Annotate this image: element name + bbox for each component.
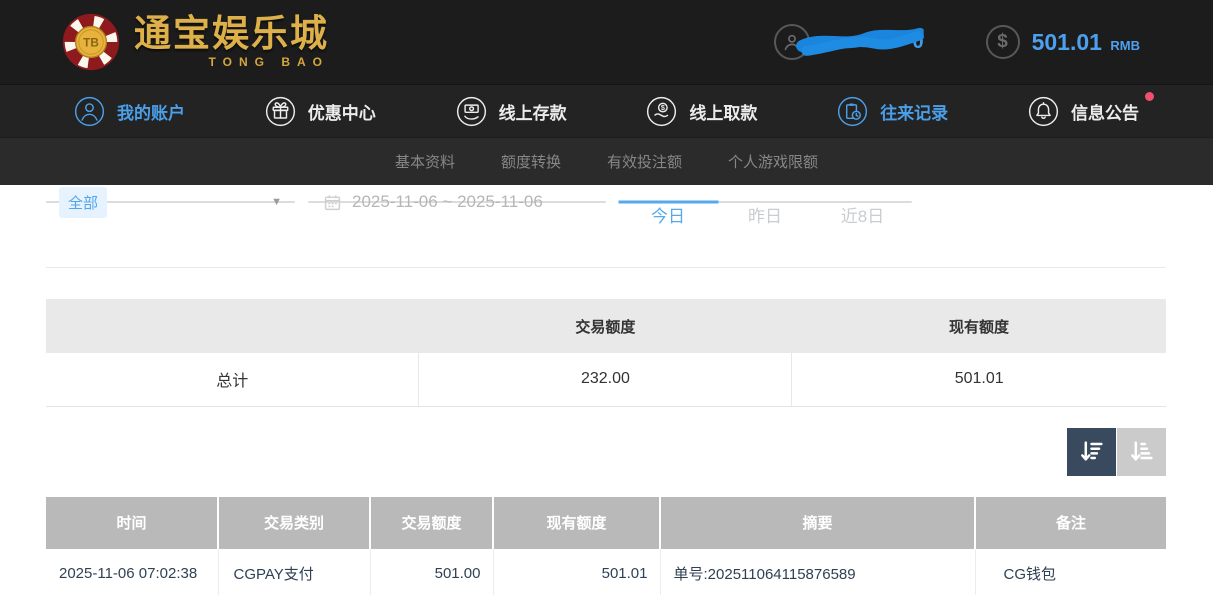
redacted-username-scribble: 0	[794, 25, 923, 59]
date-range-value: 2025-11-06 ~ 2025-11-06	[352, 192, 543, 212]
account-subnav: 基本资料 额度转换 有效投注额 个人游戏限额	[0, 137, 1213, 185]
records-table: 时间 交易类别 交易额度 现有额度 摘要 备注 2025-11-06 07:02…	[46, 497, 1166, 595]
balance-currency: RMB	[1110, 38, 1140, 53]
transaction-type-select[interactable]: 全部 ▼	[46, 201, 295, 203]
notification-dot	[1145, 92, 1154, 101]
record-time: 2025-11-06 07:02:38	[46, 549, 218, 595]
nav-transaction-records[interactable]: 往来记录	[837, 96, 948, 127]
records-col-summary: 摘要	[660, 497, 975, 549]
balance-amount: 501.01	[1032, 29, 1102, 55]
sort-controls	[46, 428, 1166, 476]
records-col-time: 时间	[46, 497, 218, 549]
subnav-basic-info[interactable]: 基本资料	[395, 151, 455, 172]
casino-chip-icon: TB	[62, 13, 120, 71]
table-row: 2025-11-06 07:02:38 CGPAY支付 501.00 501.0…	[46, 549, 1166, 595]
filter-toolbar: 全部 ▼ 2025-11-06 ~ 2025-11-06 今日 昨日 近8日 查…	[46, 201, 1166, 267]
withdraw-icon: $	[646, 96, 677, 127]
sort-descending-icon	[1078, 438, 1105, 465]
record-current-amount: 501.01	[493, 549, 660, 595]
main-navigation: 我的账户 优惠中心 线上存款 $ 线上取款	[0, 84, 1213, 137]
account-balance[interactable]: $ 501.01 RMB	[986, 25, 1140, 59]
records-col-transaction-amount: 交易额度	[370, 497, 493, 549]
quick-range-group: 今日 昨日 近8日	[619, 201, 912, 203]
bell-icon	[1028, 96, 1059, 127]
record-type: CGPAY支付	[218, 549, 370, 595]
subnav-game-limits[interactable]: 个人游戏限额	[728, 151, 818, 172]
subnav-valid-bets[interactable]: 有效投注额	[607, 151, 682, 172]
sort-ascending-button[interactable]	[1117, 428, 1166, 476]
record-transaction-amount: 501.00	[370, 549, 493, 595]
summary-col-empty	[46, 299, 419, 353]
deposit-icon	[456, 96, 487, 127]
user-icon	[74, 96, 105, 127]
records-col-current-amount: 现有额度	[493, 497, 660, 549]
calendar-icon	[324, 194, 341, 211]
summary-total-label: 总计	[46, 353, 419, 406]
sort-ascending-icon	[1128, 438, 1155, 465]
site-title-latin: TONG BAO	[134, 56, 329, 68]
summary-col-current-amount: 现有额度	[792, 299, 1166, 353]
site-title: 通宝娱乐城	[134, 16, 329, 53]
subnav-credit-transfer[interactable]: 额度转换	[501, 151, 561, 172]
summary-current-amount: 501.01	[792, 353, 1166, 406]
records-header-row: 时间 交易类别 交易额度 现有额度 摘要 备注	[46, 497, 1166, 549]
gift-icon	[265, 96, 296, 127]
main-content: 全部 ▼ 2025-11-06 ~ 2025-11-06 今日 昨日 近8日 查…	[0, 185, 1213, 595]
record-remark: CG钱包	[975, 549, 1166, 595]
summary-total-row: 总计 232.00 501.01	[46, 353, 1166, 406]
dollar-icon: $	[986, 25, 1020, 59]
chevron-down-icon: ▼	[271, 196, 282, 208]
account-username[interactable]: 0	[774, 24, 923, 60]
summary-table: 交易额度 现有额度 总计 232.00 501.01	[46, 299, 1166, 407]
nav-online-withdrawal[interactable]: $ 线上取款	[646, 96, 757, 127]
nav-announcements[interactable]: 信息公告	[1028, 96, 1139, 127]
nav-promotions[interactable]: 优惠中心	[265, 96, 376, 127]
records-icon	[837, 96, 868, 127]
site-logo[interactable]: TB 通宝娱乐城 TONG BAO	[62, 13, 329, 71]
date-range-input[interactable]: 2025-11-06 ~ 2025-11-06	[308, 201, 606, 203]
summary-col-transaction-amount: 交易额度	[419, 299, 792, 353]
records-col-remark: 备注	[975, 497, 1166, 549]
record-summary: 单号:202511064115876589	[660, 549, 975, 595]
summary-transaction-amount: 232.00	[419, 353, 792, 406]
nav-online-deposit[interactable]: 线上存款	[456, 96, 567, 127]
selected-type-tag: 全部	[59, 187, 107, 218]
svg-text:$: $	[661, 103, 665, 112]
svg-text:TB: TB	[83, 37, 99, 50]
summary-header-row: 交易额度 现有额度	[46, 299, 1166, 353]
records-col-type: 交易类别	[218, 497, 370, 549]
sort-descending-button[interactable]	[1067, 428, 1116, 476]
nav-my-account[interactable]: 我的账户	[74, 96, 185, 127]
top-header: TB 通宝娱乐城 TONG BAO 0	[0, 0, 1213, 84]
